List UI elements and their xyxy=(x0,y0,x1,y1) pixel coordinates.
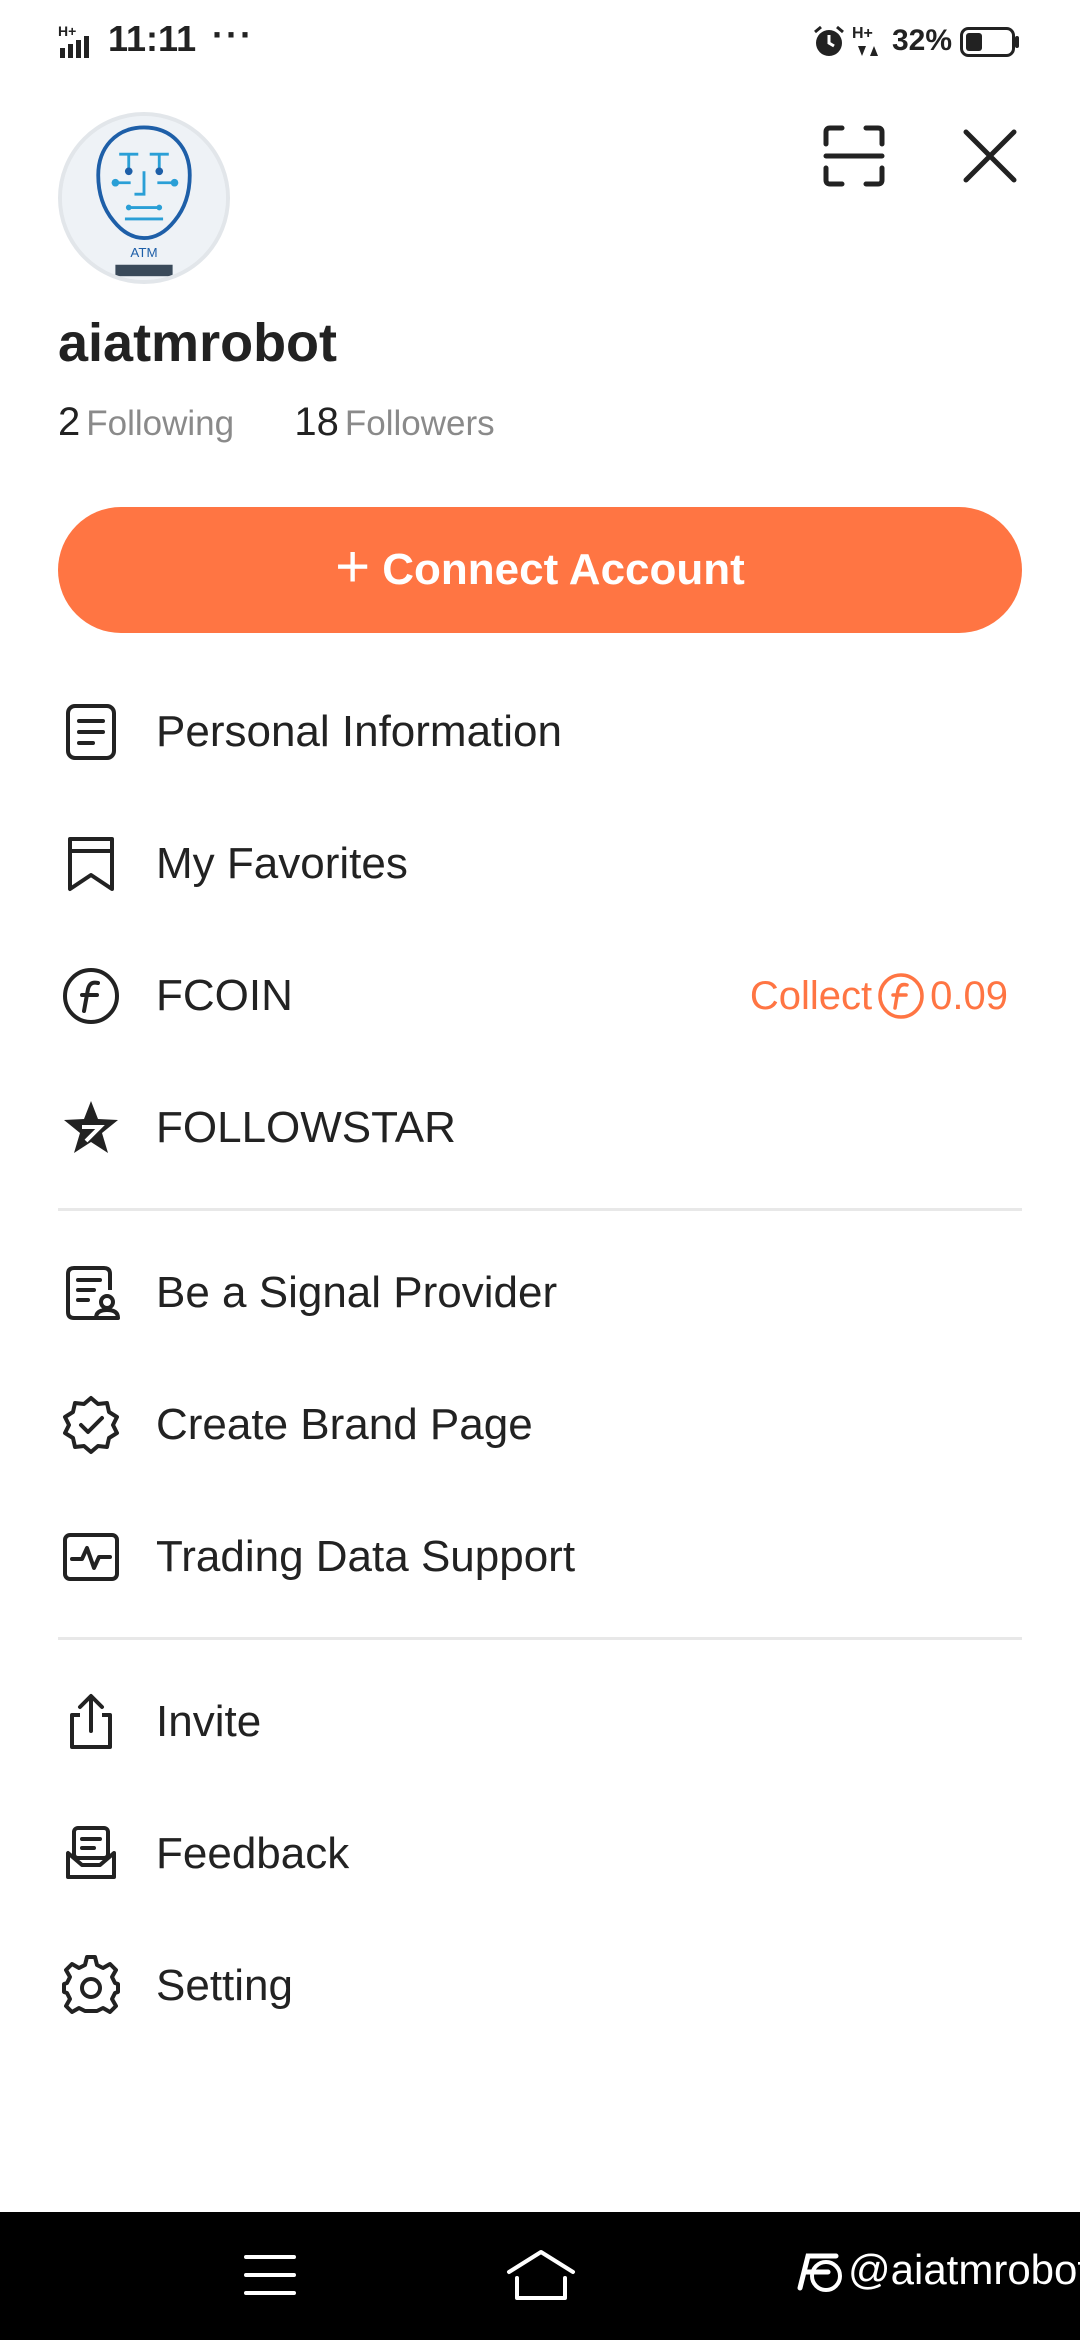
battery-icon xyxy=(960,27,1019,57)
menu-label: My Favorites xyxy=(156,839,408,888)
fcoin-value: 0.09 xyxy=(930,973,1008,1018)
menu-item-feedback[interactable]: Feedback xyxy=(58,1788,1022,1920)
username: aiatmrobot xyxy=(58,313,338,373)
menu-label: Personal Information xyxy=(156,707,562,756)
plus-icon: + xyxy=(335,533,371,600)
menu-item-create-brand-page[interactable]: Create Brand Page xyxy=(58,1359,1022,1491)
app-logo-icon xyxy=(797,2253,842,2292)
followers-label: Followers xyxy=(344,404,495,443)
notification-dots: ··· xyxy=(212,14,254,55)
watermark: @aiatmrobot xyxy=(790,2246,1080,2294)
menu-item-trading-data-support[interactable]: Trading Data Support xyxy=(58,1491,1022,1623)
following-label: Following xyxy=(86,404,235,443)
alarm-icon xyxy=(814,25,844,56)
connect-account-button[interactable]: + Connect Account xyxy=(58,507,1022,633)
follow-stats: 2 Following 18 Followers xyxy=(58,400,495,445)
following-link[interactable]: 2 Following xyxy=(58,400,245,444)
signal-provider-icon xyxy=(58,1260,124,1326)
menu-label: Setting xyxy=(156,1961,293,2010)
divider xyxy=(58,1637,1022,1640)
fcoin-orange-icon xyxy=(878,973,924,1019)
menu-label: Feedback xyxy=(156,1829,350,1878)
fcoin-icon xyxy=(58,963,124,1029)
document-icon xyxy=(58,699,124,765)
pulse-chart-icon xyxy=(58,1524,124,1590)
star-icon xyxy=(58,1095,124,1161)
menu-label: Be a Signal Provider xyxy=(156,1268,558,1317)
scan-icon[interactable] xyxy=(822,124,886,188)
menu-item-signal-provider[interactable]: Be a Signal Provider xyxy=(58,1227,1022,1359)
menu-item-my-favorites[interactable]: My Favorites xyxy=(58,798,1022,930)
battery-percent: 32% xyxy=(892,24,953,57)
menu-label: FOLLOWSTAR xyxy=(156,1103,456,1152)
svg-text:H+: H+ xyxy=(58,23,76,39)
menu-label: Create Brand Page xyxy=(156,1400,533,1449)
menu-label: Trading Data Support xyxy=(156,1532,576,1581)
close-icon[interactable] xyxy=(958,124,1022,188)
menu-item-invite[interactable]: Invite xyxy=(58,1656,1022,1788)
robot-face-logo: ATM xyxy=(62,116,226,280)
verified-badge-icon xyxy=(58,1392,124,1458)
watermark-text: @aiatmrobot xyxy=(848,2246,1080,2293)
home-icon[interactable] xyxy=(505,2248,577,2302)
followers-count: 18 xyxy=(294,400,339,444)
menu-icon[interactable] xyxy=(244,2252,296,2298)
share-icon xyxy=(58,1689,124,1755)
fcoin-collect[interactable]: Collect 0.09 xyxy=(750,971,1008,1021)
mobile-data-icon: H+ xyxy=(852,25,878,56)
menu-label: FCOIN xyxy=(156,971,293,1020)
svg-text:ATM: ATM xyxy=(130,245,157,260)
connect-account-label: Connect Account xyxy=(382,545,745,594)
gear-icon xyxy=(58,1953,124,2019)
following-count: 2 xyxy=(58,400,81,444)
menu-item-fcoin[interactable]: FCOIN Collect 0.09 xyxy=(58,930,1022,1062)
system-navigation-bar: @aiatmrobot xyxy=(0,2212,1080,2340)
profile-menu: Personal Information My Favorites FCOIN … xyxy=(58,666,1022,2052)
clock: 11:11 xyxy=(108,18,197,59)
menu-item-followstar[interactable]: FOLLOWSTAR xyxy=(58,1062,1022,1194)
signal-icon: H+ xyxy=(58,23,89,58)
avatar[interactable]: ATM xyxy=(58,112,230,284)
menu-item-setting[interactable]: Setting xyxy=(58,1920,1022,2052)
svg-text:H+: H+ xyxy=(852,25,873,42)
divider xyxy=(58,1208,1022,1211)
followers-link[interactable]: 18 Followers xyxy=(294,400,494,444)
menu-item-personal-information[interactable]: Personal Information xyxy=(58,666,1022,798)
collect-label: Collect xyxy=(749,973,873,1018)
status-bar: H+ 11:11 ··· H+ 32% xyxy=(0,0,1080,84)
bookmark-icon xyxy=(58,831,124,897)
menu-label: Invite xyxy=(156,1697,262,1746)
feedback-icon xyxy=(58,1821,124,1887)
